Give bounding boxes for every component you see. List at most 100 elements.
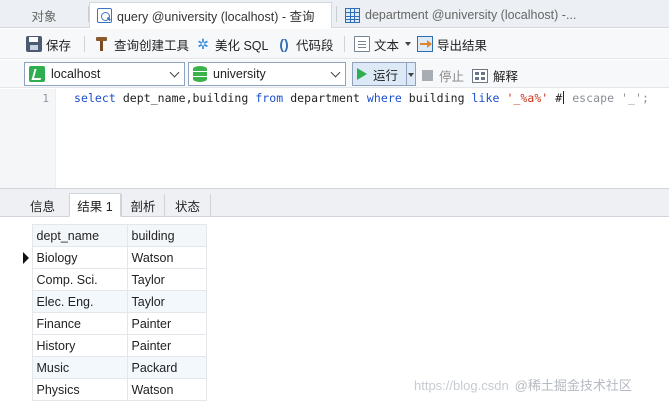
database-value: university [213, 67, 266, 81]
result-grid: dept_name building Biology Watson Comp. … [20, 224, 207, 401]
database-select[interactable]: university [188, 62, 346, 86]
document-tab-bar: 对象 query @university (localhost) - 查询 de… [0, 0, 669, 28]
run-label: 运行 [373, 68, 399, 83]
tab-info[interactable]: 信息 [20, 194, 65, 217]
query-toolbar: 保存 查询创建工具 ✲ 美化 SQL () 代码段 文本 导出结果 [0, 29, 669, 59]
connection-select[interactable]: localhost [24, 62, 185, 86]
chevron-down-icon [169, 67, 180, 78]
sql-keyword: where [366, 91, 402, 105]
table-cell[interactable]: Biology [31, 246, 128, 269]
table-cell[interactable]: Watson [126, 246, 207, 269]
result-tab-bar: 信息 结果 1 剖析 状态 [0, 189, 669, 217]
table-row[interactable]: Comp. Sci. Taylor [20, 268, 207, 291]
tab-profile[interactable]: 剖析 [121, 194, 165, 217]
line-number-gutter: 1 [0, 89, 56, 188]
tab-objects-label: 对象 [31, 9, 57, 24]
query-builder-button[interactable]: 查询创建工具 [94, 33, 189, 55]
table-cell[interactable]: Taylor [126, 290, 207, 313]
watermark-url: https://blog.csdn [414, 378, 509, 393]
table-icon [345, 7, 360, 23]
table-cell[interactable]: Painter [126, 334, 207, 357]
table-cell[interactable]: History [31, 334, 128, 357]
text-menu-button[interactable]: 文本 [354, 33, 412, 55]
table-cell[interactable]: Elec. Eng. [31, 290, 128, 313]
hammer-icon [94, 36, 110, 52]
connection-icon [29, 66, 45, 82]
beautify-sql-button[interactable]: ✲ 美化 SQL [195, 33, 269, 55]
table-cell[interactable]: Packard [126, 356, 207, 379]
table-row[interactable]: Physics Watson [20, 378, 207, 401]
beautify-sql-label: 美化 SQL [215, 38, 269, 53]
table-cell[interactable]: Comp. Sci. [31, 268, 128, 291]
connection-bar: localhost university 运行 停止 解释 [0, 60, 669, 88]
tab-objects[interactable]: 对象 [0, 2, 88, 28]
export-icon [417, 36, 433, 52]
row-marker [20, 356, 32, 379]
export-result-label: 导出结果 [437, 38, 488, 53]
current-row-arrow-icon [23, 251, 29, 264]
watermark-brand: @稀土掘金技术社区 [514, 378, 632, 393]
sql-keyword: from [255, 91, 284, 105]
run-options-dropdown[interactable] [406, 62, 416, 86]
sql-comment-marker: # [548, 91, 563, 105]
line-number: 1 [42, 92, 49, 105]
query-builder-label: 查询创建工具 [114, 38, 190, 53]
text-label: 文本 [374, 38, 400, 53]
chevron-down-icon [405, 42, 412, 46]
parentheses-icon: () [279, 36, 289, 52]
row-marker [20, 334, 32, 357]
save-icon [26, 36, 42, 52]
save-button[interactable]: 保存 [26, 33, 71, 55]
tab-status-label: 状态 [174, 200, 200, 214]
table-cell[interactable]: Painter [126, 312, 207, 335]
code-snippet-label: 代码段 [296, 38, 334, 53]
tab-result-label: 结果 1 [77, 199, 113, 214]
tab-query-label: query @university (localhost) - 查询 [117, 10, 315, 24]
table-cell[interactable]: Watson [126, 378, 207, 401]
column-header-building[interactable]: building [126, 224, 207, 247]
table-row[interactable]: Music Packard [20, 356, 207, 379]
export-result-button[interactable]: 导出结果 [417, 33, 487, 55]
stop-label: 停止 [439, 70, 465, 84]
watermark: https://blog.csdn @稀土掘金技术社区 [414, 375, 632, 394]
sql-columns: dept_name,building [115, 91, 256, 105]
explain-label: 解释 [493, 70, 519, 84]
explain-button[interactable]: 解释 [472, 66, 518, 85]
row-marker [20, 290, 32, 313]
tab-department[interactable]: department @university (localhost) -... [337, 2, 591, 28]
magic-wand-icon: ✲ [197, 36, 209, 52]
table-row[interactable]: Biology Watson [20, 246, 207, 269]
explain-icon [472, 68, 488, 83]
sql-keyword: like [471, 91, 500, 105]
row-marker [20, 246, 32, 269]
tab-status[interactable]: 状态 [165, 194, 211, 217]
play-icon [357, 68, 367, 80]
stop-icon [422, 70, 433, 81]
table-cell[interactable]: Finance [31, 312, 128, 335]
tab-query[interactable]: query @university (localhost) - 查询 [89, 2, 332, 28]
sql-table: department [283, 91, 367, 105]
run-button[interactable]: 运行 [352, 62, 407, 86]
connection-value: localhost [51, 67, 101, 81]
table-row[interactable]: Finance Painter [20, 312, 207, 335]
save-label: 保存 [46, 38, 72, 53]
sql-code-line[interactable]: select dept_name,building from departmen… [74, 91, 649, 105]
row-marker-header [20, 224, 32, 247]
sql-keyword: select [74, 91, 116, 105]
table-cell[interactable]: Physics [31, 378, 128, 401]
sql-column: building [401, 91, 472, 105]
column-header-dept-name[interactable]: dept_name [31, 224, 128, 247]
row-marker [20, 312, 32, 335]
database-icon [193, 66, 207, 82]
stop-button[interactable]: 停止 [422, 66, 464, 85]
table-cell[interactable]: Taylor [126, 268, 207, 291]
tab-result-1[interactable]: 结果 1 [69, 193, 121, 217]
table-cell[interactable]: Music [31, 356, 128, 379]
sql-editor[interactable]: 1 select dept_name,building from departm… [0, 89, 669, 188]
table-row[interactable]: Elec. Eng. Taylor [20, 290, 207, 313]
table-row[interactable]: History Painter [20, 334, 207, 357]
header-row: dept_name building [20, 224, 207, 247]
sql-string-literal: '_%a%' [506, 91, 549, 105]
code-snippet-button[interactable]: () 代码段 [276, 33, 334, 55]
toolbar-divider [344, 36, 345, 52]
